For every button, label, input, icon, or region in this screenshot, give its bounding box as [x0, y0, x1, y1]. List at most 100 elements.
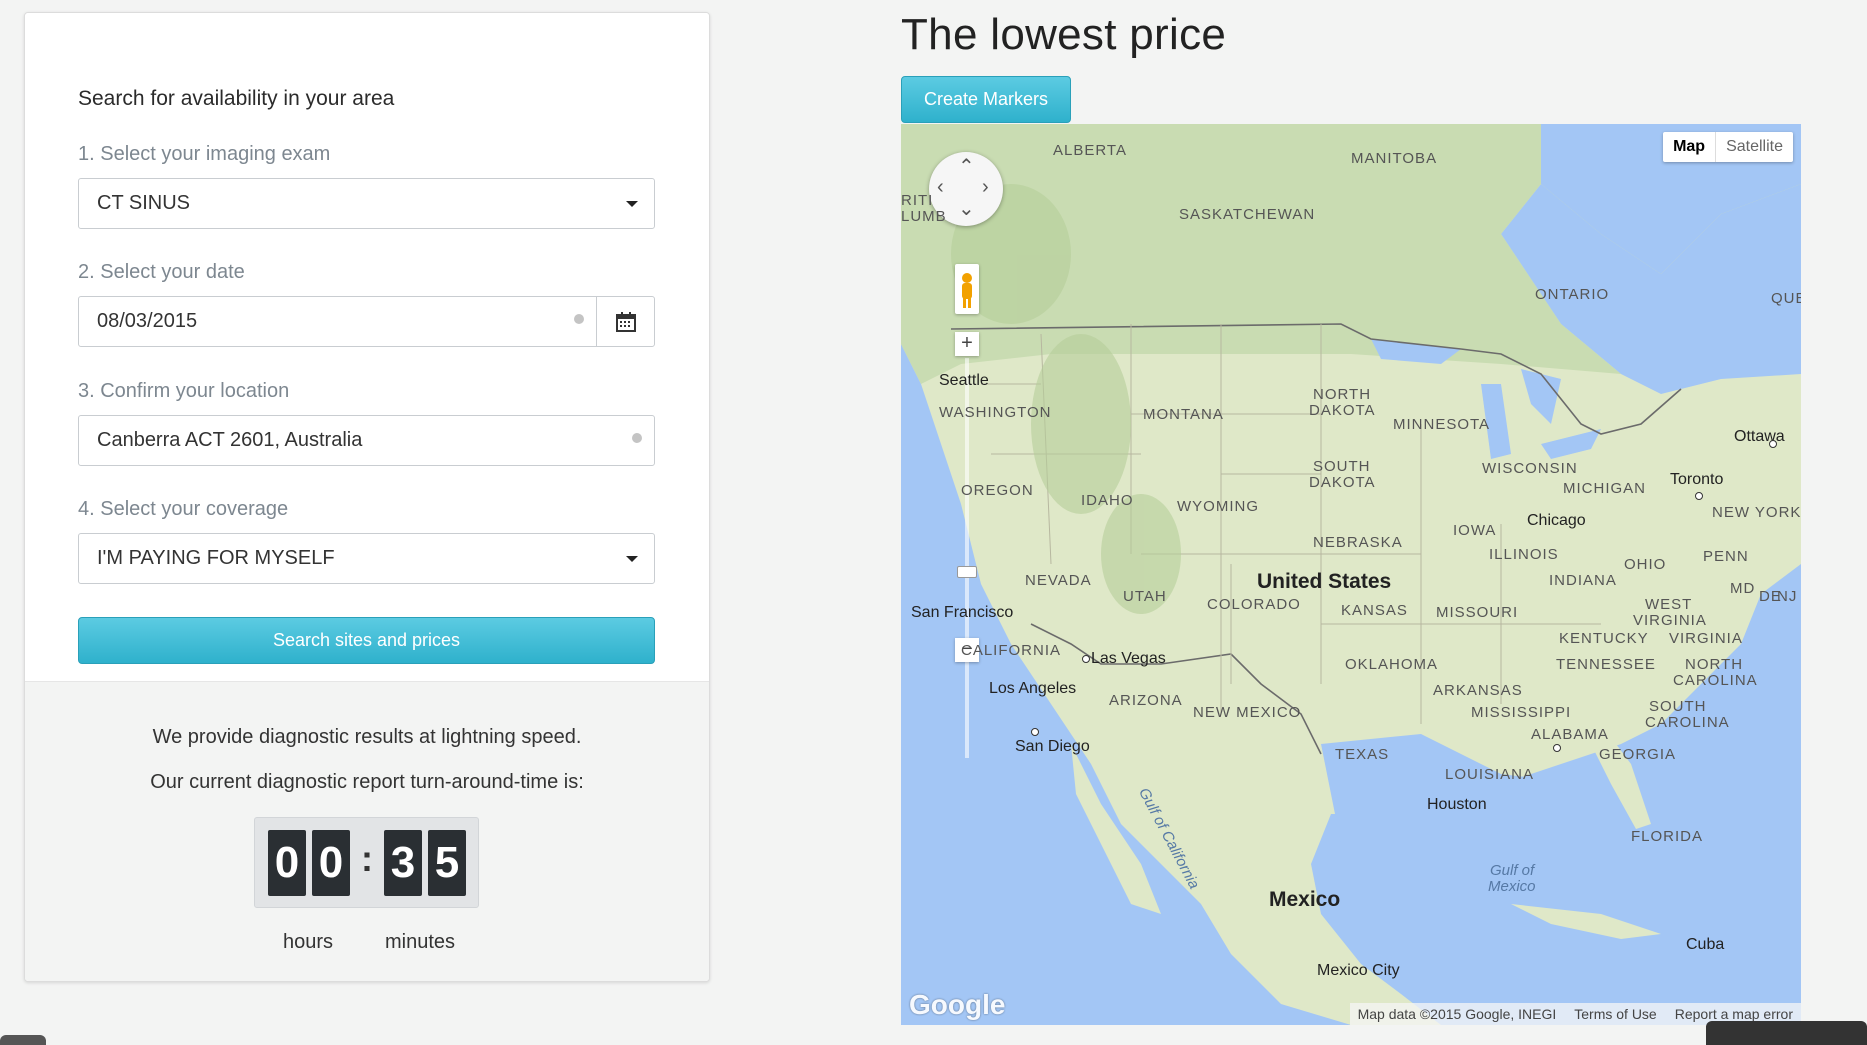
location-value: Canberra ACT 2601, Australia: [97, 429, 363, 451]
google-logo: Google: [909, 989, 1006, 1020]
chevron-down-icon: [626, 201, 638, 207]
speed-text: We provide diagnostic results at lightni…: [152, 726, 582, 748]
zoom-in-button[interactable]: +: [955, 332, 979, 356]
coverage-select-value: I'M PAYING FOR MYSELF: [97, 547, 335, 569]
turnaround-timer: 0 0 : 3 5: [254, 817, 479, 908]
search-form: Search for availability in your area 1. …: [25, 13, 709, 681]
map-label: LOUISIANA: [1445, 766, 1535, 783]
location-label: 3. Confirm your location: [78, 380, 290, 402]
map-city-label: Cuba: [1686, 936, 1725, 953]
map-label: MANITOBA: [1351, 150, 1438, 167]
street-view-pegman[interactable]: [955, 264, 979, 314]
map-label: UTAH: [1123, 588, 1167, 605]
map-city-label: Mexico City: [1317, 962, 1400, 979]
map-label: OKLAHOMA: [1345, 656, 1439, 673]
map-label: ALBERTA: [1053, 142, 1127, 159]
map-city-marker: [1695, 492, 1703, 500]
map-city-marker: [1082, 655, 1090, 663]
map-city-marker: [1769, 440, 1777, 448]
timer-separator: :: [361, 838, 373, 879]
search-sites-button[interactable]: Search sites and prices: [78, 617, 655, 664]
map-type-control: Map Satellite: [1663, 132, 1793, 162]
location-input[interactable]: Canberra ACT 2601, Australia: [78, 415, 655, 466]
map-label: COLORADO: [1207, 596, 1301, 613]
map-label: NORTH: [1313, 386, 1372, 403]
map-label: SASKATCHEWAN: [1179, 206, 1316, 223]
map-label: SOUTH: [1649, 698, 1707, 715]
map-label: KANSAS: [1341, 602, 1408, 619]
map-label: LUMB: [901, 208, 947, 225]
calendar-button[interactable]: [596, 297, 654, 346]
turnaround-text: Our current diagnostic report turn-aroun…: [150, 771, 584, 793]
map-city-label: Seattle: [939, 372, 989, 389]
hours-label: hours: [283, 931, 334, 953]
chat-widget-tab[interactable]: [1706, 1021, 1867, 1045]
coverage-select[interactable]: I'M PAYING FOR MYSELF: [78, 533, 655, 584]
map[interactable]: Map Satellite ⌃ ‹ › ⌄ + − ALBERTA MANITO…: [901, 124, 1801, 1025]
map-label: MISSOURI: [1436, 604, 1519, 621]
map-label: NEW MEXICO: [1193, 704, 1302, 721]
map-label: WISCONSIN: [1482, 460, 1578, 477]
map-city-marker: [1031, 728, 1039, 736]
input-status-icon: [632, 433, 642, 443]
chevron-down-icon[interactable]: ⌄: [958, 196, 975, 221]
map-label: NEVADA: [1025, 572, 1092, 589]
map-city-label: Toronto: [1670, 471, 1724, 488]
date-label: 2. Select your date: [78, 261, 245, 283]
date-value: 08/03/2015: [97, 310, 198, 332]
exam-select[interactable]: CT SINUS: [78, 178, 655, 229]
chevron-right-icon[interactable]: ›: [982, 176, 989, 199]
map-label: TEXAS: [1335, 746, 1390, 763]
map-label: MD: [1730, 580, 1756, 597]
date-field[interactable]: 08/03/2015: [78, 296, 655, 347]
map-label: KENTUCKY: [1559, 630, 1649, 647]
map-label: OREGON: [961, 482, 1034, 499]
terms-of-use-link[interactable]: Terms of Use: [1574, 1006, 1656, 1022]
map-city-label: Ottawa: [1734, 428, 1785, 445]
map-label: FLORIDA: [1631, 828, 1704, 845]
map-city-label: Houston: [1427, 796, 1487, 813]
map-label: ARIZONA: [1109, 692, 1183, 709]
map-label: VIRGINIA: [1669, 630, 1743, 647]
map-label: IOWA: [1453, 522, 1497, 539]
map-label: NEBRASKA: [1313, 534, 1403, 551]
input-status-icon: [574, 314, 584, 324]
map-label: SOUTH: [1313, 458, 1371, 475]
chevron-up-icon[interactable]: ⌃: [958, 154, 975, 179]
map-label: DAKOTA: [1309, 474, 1376, 491]
map-data-credit: Map data ©2015 Google, INEGI: [1357, 1006, 1557, 1022]
create-markers-button[interactable]: Create Markers: [901, 76, 1071, 123]
timer-digit: 0: [268, 830, 306, 896]
map-label: TENNESSEE: [1556, 656, 1656, 673]
report-map-error-link[interactable]: Report a map error: [1675, 1006, 1793, 1022]
map-label: VIRGINIA: [1633, 612, 1707, 629]
chevron-left-icon[interactable]: ‹: [937, 176, 944, 199]
map-label: ILLINOIS: [1489, 546, 1559, 563]
map-type-satellite[interactable]: Satellite: [1715, 132, 1793, 162]
map-country-label: Mexico: [1269, 888, 1341, 911]
feedback-tab[interactable]: [0, 1035, 46, 1045]
timer-digit: 5: [428, 830, 466, 896]
map-label: NEW YORK: [1712, 504, 1801, 521]
map-label: WASHINGTON: [939, 404, 1052, 421]
map-label: CAROLINA: [1673, 672, 1758, 689]
map-label: CAROLINA: [1645, 714, 1730, 731]
exam-select-value: CT SINUS: [97, 192, 190, 214]
page-title: The lowest price: [901, 10, 1227, 59]
map-type-map[interactable]: Map: [1663, 132, 1715, 162]
map-label: PENN: [1703, 548, 1749, 565]
map-label: ARKANSAS: [1433, 682, 1523, 699]
map-water-label: Mexico: [1488, 878, 1536, 895]
map-label: MICHIGAN: [1563, 480, 1646, 497]
search-card: Search for availability in your area 1. …: [24, 12, 710, 982]
chevron-down-icon: [626, 556, 638, 562]
exam-label: 1. Select your imaging exam: [78, 143, 331, 165]
timer-digit: 3: [384, 830, 422, 896]
zoom-slider-handle[interactable]: [957, 566, 977, 578]
map-city-label: San Francisco: [911, 604, 1014, 621]
coverage-label: 4. Select your coverage: [78, 498, 289, 520]
map-label: ONTARIO: [1535, 286, 1610, 303]
map-label: WEST: [1645, 596, 1693, 613]
map-label: NJ: [1777, 588, 1798, 605]
map-city-label: Las Vegas: [1091, 650, 1166, 667]
